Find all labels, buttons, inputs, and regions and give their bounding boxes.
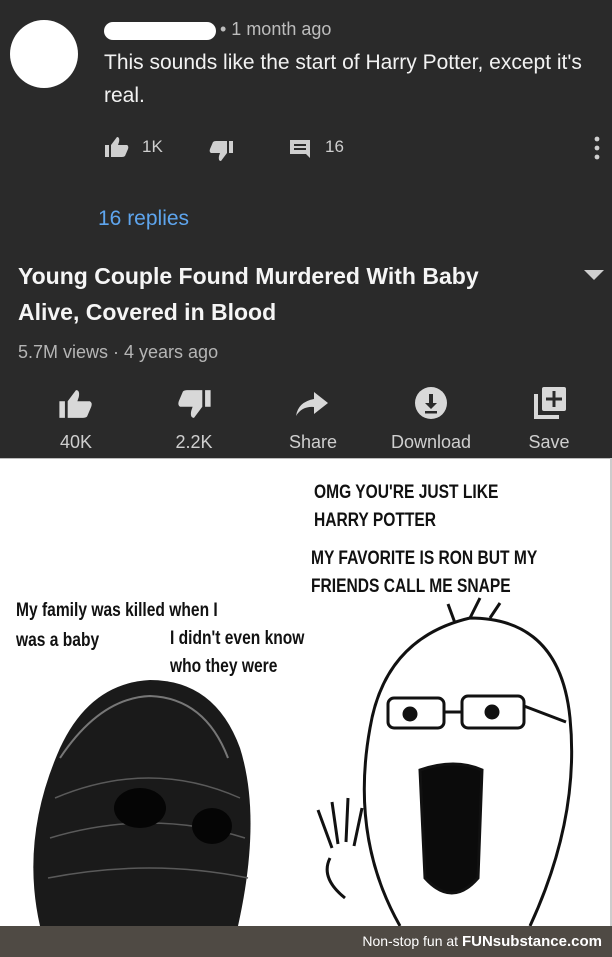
site-footer: Non-stop fun at FUNsubstance.com bbox=[0, 926, 612, 957]
share-label: Share bbox=[288, 432, 338, 452]
sad-wojak-figure bbox=[33, 680, 251, 926]
meme-panel: OMG YOU'RE JUST LIKE HARRY POTTER MY FAV… bbox=[0, 458, 612, 926]
comment-reply-count: 16 bbox=[325, 137, 344, 156]
replies-link[interactable]: 16 replies bbox=[98, 207, 189, 231]
soyjak-figure bbox=[316, 597, 574, 926]
meme-text-left-1: My family was killed when I bbox=[16, 600, 218, 621]
dislike-count: 2.2K bbox=[175, 432, 213, 452]
footer-tagline: Non-stop fun at bbox=[362, 933, 459, 949]
meme-text-right-2: HARRY POTTER bbox=[314, 510, 437, 531]
video-dislike-icon[interactable] bbox=[176, 388, 212, 420]
comment-panel: • 1 month ago This sounds like the start… bbox=[0, 0, 612, 458]
like-count: 40K bbox=[59, 432, 93, 452]
meme-text-left-3: I didn't even know bbox=[170, 628, 305, 649]
thumbs-up-icon[interactable] bbox=[104, 136, 130, 158]
footer-text: Non-stop fun at FUNsubstance.com bbox=[362, 933, 602, 950]
download-icon[interactable] bbox=[414, 386, 448, 420]
save-icon[interactable] bbox=[533, 386, 567, 420]
meme-text-right-1: OMG YOU'RE JUST LIKE bbox=[314, 482, 499, 503]
redacted-username bbox=[104, 22, 216, 40]
video-like-icon[interactable] bbox=[58, 388, 94, 420]
footer-brand[interactable]: FUNsubstance.com bbox=[462, 933, 602, 950]
share-icon[interactable] bbox=[294, 390, 330, 418]
meme-drawing bbox=[0, 458, 612, 926]
meme-text-left-2: was a baby bbox=[16, 630, 100, 651]
meme-text-left-4: who they were bbox=[170, 656, 278, 677]
reply-icon[interactable] bbox=[288, 138, 312, 160]
download-label: Download bbox=[390, 432, 472, 452]
avatar[interactable] bbox=[10, 20, 78, 88]
expand-chevron-icon[interactable] bbox=[583, 269, 605, 281]
video-meta: 5.7M views · 4 years ago bbox=[18, 342, 219, 362]
video-title: Young Couple Found Murdered With Baby Al… bbox=[18, 263, 479, 325]
save-label: Save bbox=[528, 432, 570, 452]
more-options-icon[interactable] bbox=[592, 135, 602, 161]
meme-text-right-3: MY FAVORITE IS RON BUT MY bbox=[311, 548, 538, 569]
comment-time: • 1 month ago bbox=[220, 19, 332, 39]
thumbs-down-icon[interactable] bbox=[208, 140, 234, 162]
comment-text: This sounds like the start of Harry Pott… bbox=[104, 51, 582, 107]
comment-like-count: 1K bbox=[142, 137, 163, 156]
meme-text-right-4: FRIENDS CALL ME SNAPE bbox=[311, 576, 511, 597]
